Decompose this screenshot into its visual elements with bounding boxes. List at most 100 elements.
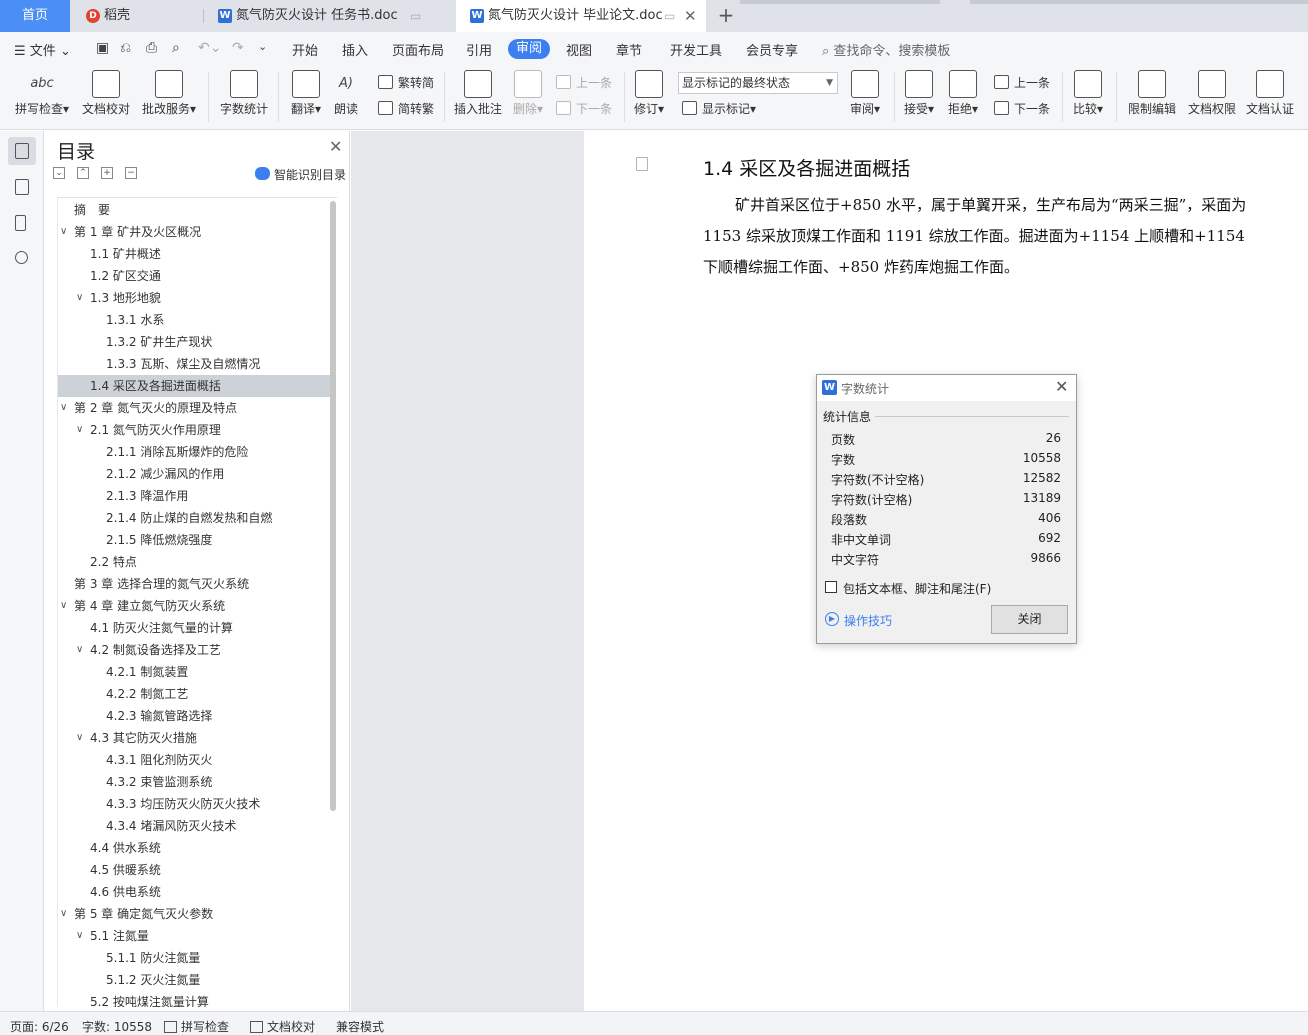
toc-item[interactable]: ∨ 第 2 章 氮气灭火的原理及特点 — [58, 397, 330, 419]
toc-item[interactable]: 5.1.1 防火注氮量 — [58, 947, 330, 969]
toc-item[interactable]: 2.1.2 减少漏风的作用 — [58, 463, 330, 485]
chevron-down-icon[interactable]: ∨ — [60, 903, 67, 925]
page-layout-icon[interactable] — [636, 157, 648, 171]
menu-insert[interactable]: 插入 — [342, 40, 368, 59]
translate-button[interactable]: 翻译▾ — [288, 70, 324, 117]
file-menu[interactable]: ☰ 文件 ⌄ — [14, 40, 71, 59]
spell-check-status[interactable]: 拼写检查 — [164, 1018, 229, 1035]
tab-home[interactable]: 首页 — [0, 0, 70, 32]
quick-access-more-icon[interactable]: ⌄ — [258, 40, 267, 53]
tab-close-icon[interactable]: ✕ — [684, 0, 697, 32]
word-count-indicator[interactable]: 字数: 10558 — [82, 1018, 152, 1035]
read-aloud-button[interactable]: A) 朗读 — [330, 70, 362, 117]
save-icon[interactable]: ▣ — [96, 40, 109, 56]
include-textbox-checkbox[interactable]: 包括文本框、脚注和尾注(F) — [825, 580, 991, 597]
toc-item[interactable]: 2.1.3 降温作用 — [58, 485, 330, 507]
delete-comment-button[interactable]: 删除▾ — [510, 70, 546, 117]
chevron-down-icon[interactable]: ∨ — [60, 397, 67, 419]
chevron-down-icon[interactable]: ∨ — [76, 727, 83, 749]
toc-item[interactable]: ∨ 5.1 注氮量 — [58, 925, 330, 947]
chevron-down-icon[interactable]: ∨ — [76, 925, 83, 947]
toc-item[interactable]: 1.3.1 水系 — [58, 309, 330, 331]
prev-change-button[interactable]: 上一条 — [994, 74, 1050, 91]
toc-item[interactable]: ∨ 第 1 章 矿井及火区概况 — [58, 221, 330, 243]
toc-item[interactable]: 1.2 矿区交通 — [58, 265, 330, 287]
toc-item[interactable]: 4.4 供水系统 — [58, 837, 330, 859]
preview-icon[interactable]: ⌕ — [172, 40, 180, 56]
dialog-close-button[interactable]: 关闭 — [991, 605, 1068, 634]
chevron-down-icon[interactable]: ∨ — [60, 595, 67, 617]
prev-comment-button[interactable]: 上一条 — [556, 74, 612, 91]
toc-item[interactable]: 4.3.2 束管监测系统 — [58, 771, 330, 793]
accept-button[interactable]: 接受▾ — [902, 70, 936, 117]
expand-all-icon[interactable]: ⌃ — [77, 167, 89, 179]
toc-item[interactable]: 5.2 按吨煤注氮量计算 — [58, 991, 330, 1007]
next-comment-button[interactable]: 下一条 — [556, 100, 612, 117]
reject-button[interactable]: 拒绝▾ — [946, 70, 980, 117]
toc-item[interactable]: 2.2 特点 — [58, 551, 330, 573]
menu-view[interactable]: 视图 — [566, 40, 592, 59]
toc-item[interactable]: ∨ 第 4 章 建立氮气防灭火系统 — [58, 595, 330, 617]
redo-icon[interactable]: ↷ — [232, 40, 244, 56]
doc-certify-button[interactable]: 文档认证 — [1244, 70, 1296, 117]
toc-item[interactable]: ∨ 第 5 章 确定氮气灭火参数 — [58, 903, 330, 925]
toc-item[interactable]: 第 3 章 选择合理的氮气灭火系统 — [58, 573, 330, 595]
bookmark-nav-button[interactable] — [8, 209, 36, 237]
smart-toc-button[interactable]: 智能识别目录 — [255, 166, 346, 183]
markup-state-select[interactable]: 显示标记的最终状态 ▼ — [678, 72, 838, 94]
toc-item[interactable]: 1.1 矿井概述 — [58, 243, 330, 265]
simp-to-trad-button[interactable]: 简转繁 — [378, 100, 434, 117]
undo-icon[interactable]: ↶⌄ — [198, 40, 221, 56]
new-tab-button[interactable]: + — [716, 0, 736, 30]
insert-comment-button[interactable]: 插入批注 — [452, 70, 504, 117]
toc-item[interactable]: 4.3.3 均压防灭火防灭火技术 — [58, 793, 330, 815]
toc-item[interactable]: ∨ 4.2 制氮设备选择及工艺 — [58, 639, 330, 661]
toc-item[interactable]: 1.4 采区及各掘进面概括 — [58, 375, 330, 397]
chapter-nav-button[interactable] — [8, 173, 36, 201]
toc-item[interactable]: 4.2.1 制氮装置 — [58, 661, 330, 683]
chevron-down-icon[interactable]: ∨ — [76, 419, 83, 441]
add-heading-icon[interactable]: + — [101, 167, 113, 179]
doc-proof-status[interactable]: 文档校对 — [250, 1018, 315, 1035]
remove-heading-icon[interactable]: − — [125, 167, 137, 179]
toc-item[interactable]: ∨ 1.3 地形地貌 — [58, 287, 330, 309]
search-nav-button[interactable] — [8, 245, 36, 273]
toc-scrollbar[interactable] — [330, 201, 336, 811]
show-markup-button[interactable]: 显示标记▾ — [682, 100, 756, 117]
toc-item[interactable]: ∨ 2.1 氮气防灭火作用原理 — [58, 419, 330, 441]
toc-item[interactable]: 4.3.4 堵漏风防灭火技术 — [58, 815, 330, 837]
close-icon[interactable]: ✕ — [1055, 377, 1068, 396]
spell-check-button[interactable]: abc 拼写检查▾ — [12, 70, 72, 117]
menu-references[interactable]: 引用 — [466, 40, 492, 59]
close-icon[interactable]: ✕ — [329, 137, 342, 156]
word-count-button[interactable]: 字数统计 — [218, 70, 270, 117]
review-pane-button[interactable]: 审阅▾ — [848, 70, 882, 117]
trad-to-simp-button[interactable]: 繁转简 — [378, 74, 434, 91]
page-indicator[interactable]: 页面: 6/26 — [10, 1018, 69, 1035]
menu-member[interactable]: 会员专享 — [746, 40, 798, 59]
doc-permission-button[interactable]: 文档权限 — [1186, 70, 1238, 117]
toc-item[interactable]: 1.3.2 矿井生产现状 — [58, 331, 330, 353]
print-icon[interactable]: ⎙ — [146, 40, 157, 56]
doc-proof-button[interactable]: 文档校对 — [80, 70, 132, 117]
tab-monitor-icon[interactable]: ▭ — [664, 0, 675, 32]
chevron-down-icon[interactable]: ∨ — [76, 287, 83, 309]
batch-service-button[interactable]: 批改服务▾ — [140, 70, 198, 117]
menu-review[interactable]: 审阅 — [508, 39, 551, 59]
tips-link[interactable]: ▶ 操作技巧 — [825, 612, 892, 629]
menu-page-layout[interactable]: 页面布局 — [392, 40, 444, 59]
toc-item[interactable]: 1.3.3 瓦斯、煤尘及自燃情况 — [58, 353, 330, 375]
compare-button[interactable]: 比较▾ — [1070, 70, 1106, 117]
toc-item[interactable]: 4.2.2 制氮工艺 — [58, 683, 330, 705]
restrict-edit-button[interactable]: 限制编辑 — [1126, 70, 1178, 117]
chevron-down-icon[interactable]: ∨ — [60, 221, 67, 243]
toc-item[interactable]: 2.1.1 消除瓦斯爆炸的危险 — [58, 441, 330, 463]
toc-item[interactable]: 2.1.4 防止煤的自燃发热和自燃 — [58, 507, 330, 529]
toc-item[interactable]: 4.2.3 输氮管路选择 — [58, 705, 330, 727]
toc-item[interactable]: ∨ 4.3 其它防灭火措施 — [58, 727, 330, 749]
menu-start[interactable]: 开始 — [292, 40, 318, 59]
toc-item[interactable]: 4.6 供电系统 — [58, 881, 330, 903]
command-search[interactable]: ⌕ 查找命令、搜索模板 — [822, 40, 950, 59]
toc-item[interactable]: 2.1.5 降低燃烧强度 — [58, 529, 330, 551]
toc-item[interactable]: 5.1.2 灭火注氮量 — [58, 969, 330, 991]
